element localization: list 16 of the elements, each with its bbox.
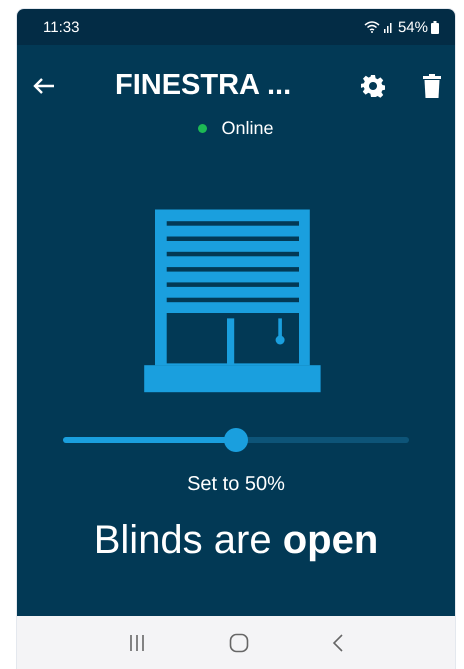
home-icon[interactable] (228, 633, 249, 653)
position-reading: Set to 50% (187, 473, 285, 496)
blinds-state: Blinds are open (94, 518, 378, 563)
signal-icon (382, 21, 393, 33)
position-slider[interactable] (63, 428, 409, 452)
battery-percent: 54% (398, 18, 428, 36)
battery-icon (431, 20, 439, 34)
back-arrow-icon[interactable] (33, 76, 55, 94)
wifi-icon (364, 21, 380, 33)
connection-status: Online (221, 118, 274, 139)
device-title: FINESTRA ... (115, 69, 292, 102)
recent-apps-icon[interactable] (128, 634, 146, 652)
settings-icon[interactable] (361, 74, 385, 98)
clock-time: 11:33 (43, 18, 80, 36)
delete-icon[interactable] (423, 74, 441, 98)
back-icon[interactable] (332, 634, 344, 652)
